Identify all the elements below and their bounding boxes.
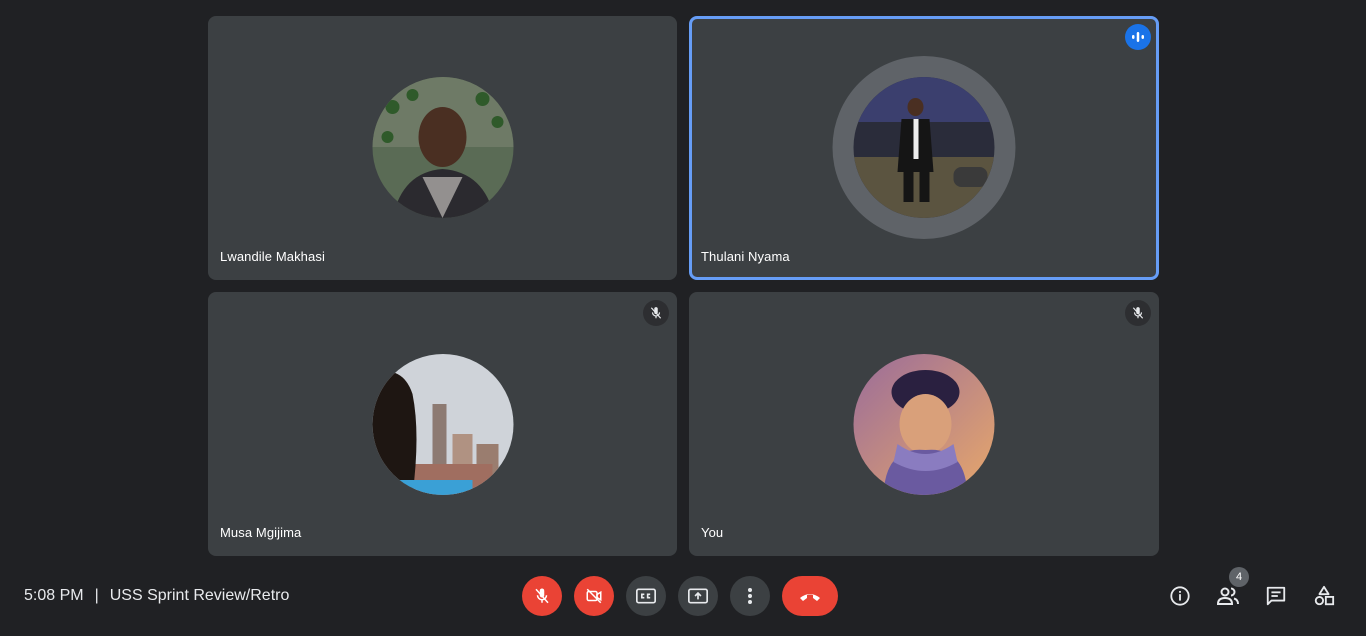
participant-tile-you[interactable]: You [689,292,1159,556]
participant-tile-lwandile[interactable]: Lwandile Makhasi [208,16,677,280]
people-icon [1216,587,1239,605]
meeting-info: 5:08 PM | USS Sprint Review/Retro [24,587,289,605]
participant-avatar [853,354,995,495]
present-screen-icon [688,588,708,604]
separator: | [94,587,99,604]
leave-call-button[interactable] [782,576,838,616]
participant-avatar [372,354,513,495]
meeting-title: USS Sprint Review/Retro [109,587,290,604]
participant-name: Thulani Nyama [701,249,790,264]
call-end-icon [800,594,820,601]
participant-tile-musa[interactable]: Musa Mgijima [208,292,677,556]
participant-tile-thulani[interactable]: Thulani Nyama [689,16,1159,280]
closed-captions-icon [636,588,656,604]
videocam-off-icon [586,588,602,604]
bottom-toolbar: 5:08 PM | USS Sprint Review/Retro 4 [0,560,1366,636]
more-vert-icon [748,588,752,604]
participant-name: Lwandile Makhasi [220,249,325,264]
speaking-indicator-icon [1125,24,1151,50]
participant-avatar [853,77,995,218]
activities-icon [1314,585,1335,606]
meeting-time: 5:08 PM [24,587,84,604]
chat-button[interactable] [1256,576,1296,616]
camera-toggle-button[interactable] [574,576,614,616]
activities-button[interactable] [1304,576,1344,616]
participant-name: Musa Mgijima [220,525,302,540]
people-count-badge: 4 [1229,567,1249,587]
more-options-button[interactable] [730,576,770,616]
mic-toggle-button[interactable] [522,576,562,616]
participant-name: You [701,525,724,540]
participant-avatar [372,77,513,218]
info-icon [1170,586,1190,606]
mic-off-icon [643,300,669,326]
chat-icon [1266,586,1286,606]
mic-off-icon [1125,300,1151,326]
mic-off-icon [535,588,549,604]
meeting-details-button[interactable] [1160,576,1200,616]
present-button[interactable] [678,576,718,616]
captions-button[interactable] [626,576,666,616]
